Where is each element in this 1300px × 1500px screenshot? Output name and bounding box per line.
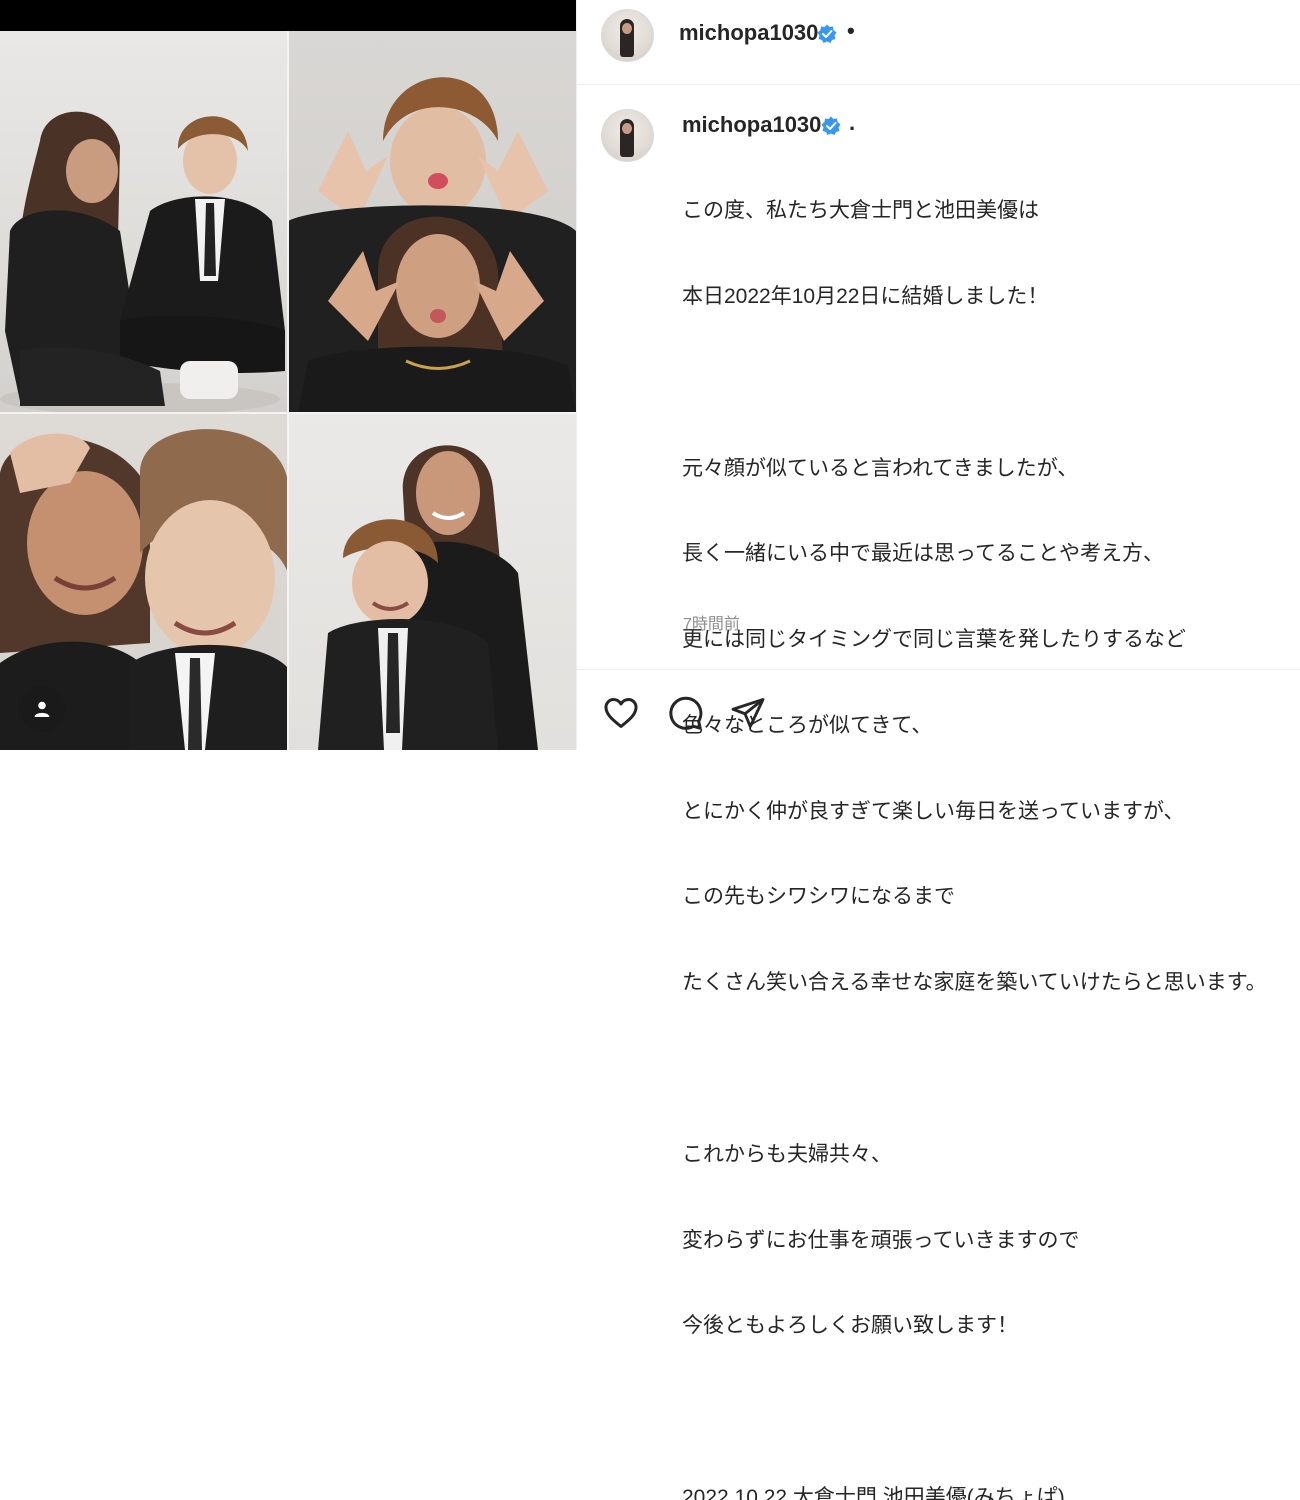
caption-line: とにかく仲が良すぎて楽しい毎日を送っていますが、 (682, 799, 1185, 823)
profile-avatar[interactable] (601, 9, 654, 62)
photo-piggyback (288, 413, 576, 750)
caption-line: 本日2022年10月22日に結婚しました！ (682, 284, 1049, 308)
collage-divider-horizontal (0, 412, 576, 414)
caption-line (682, 369, 1297, 398)
header-separator: • (847, 18, 855, 43)
share-button[interactable] (728, 693, 768, 733)
person-icon[interactable] (19, 686, 65, 732)
caption-line: これからも夫婦共々、 (682, 1142, 892, 1166)
caption-avatar[interactable] (601, 109, 654, 162)
like-button[interactable] (601, 693, 641, 733)
caption-username[interactable]: michopa1030 (682, 112, 821, 138)
caption-line (682, 1398, 1297, 1427)
avatar-face (622, 23, 632, 34)
caption-line: この先もシワシワになるまで (682, 885, 955, 909)
comment-bubble-icon (669, 696, 703, 730)
caption-line (682, 1055, 1297, 1084)
post-header: michopa1030 • (577, 0, 1300, 85)
avatar-face (622, 123, 632, 134)
image-top-bar (0, 0, 576, 31)
verified-badge-icon (817, 24, 837, 43)
post-image[interactable] (0, 0, 576, 750)
post-details: michopa1030 • michopa1030 . この度、私たち大倉士門と… (577, 0, 1300, 1500)
caption-line: たくさん笑い合える幸せな家庭を築いていけたらと思います。 (682, 971, 1267, 995)
action-bar (577, 669, 1300, 751)
paper-plane-icon (731, 698, 765, 728)
comment-button[interactable] (665, 693, 705, 733)
caption-line: 更には同じタイミングで同じ言葉を発したりするなど (682, 628, 1186, 652)
heart-icon (604, 698, 638, 728)
caption-line: 変わらずにお仕事を頑張っていきますので (682, 1228, 1080, 1252)
caption-line: この度、私たち大倉士門と池田美優は (682, 199, 1039, 223)
caption-line: 今後ともよろしくお願い致します！ (682, 1314, 1018, 1338)
caption-separator: . (849, 110, 856, 135)
verified-badge-icon (821, 116, 841, 135)
header-username[interactable]: michopa1030 (679, 20, 818, 46)
caption-line: 長く一緒にいる中で最近は思ってることや考え方、 (682, 542, 1164, 566)
caption-line: 元々顔が似ていると言われてきましたが、 (682, 456, 1079, 480)
caption-line: 2022.10.22 大倉士門 池田美優(みちょぱ) (682, 1485, 1065, 1500)
photo-couple-seated (0, 31, 288, 413)
photo-peace-signs (288, 31, 576, 413)
caption-text: この度、私たち大倉士門と池田美優は 本日2022年10月22日に結婚しました！ … (682, 140, 1297, 1500)
post-timestamp[interactable]: 7時間前 (683, 610, 740, 634)
collage-divider-vertical (287, 31, 289, 750)
caption: michopa1030 . この度、私たち大倉士門と池田美優は 本日2022年1… (577, 84, 1300, 1500)
